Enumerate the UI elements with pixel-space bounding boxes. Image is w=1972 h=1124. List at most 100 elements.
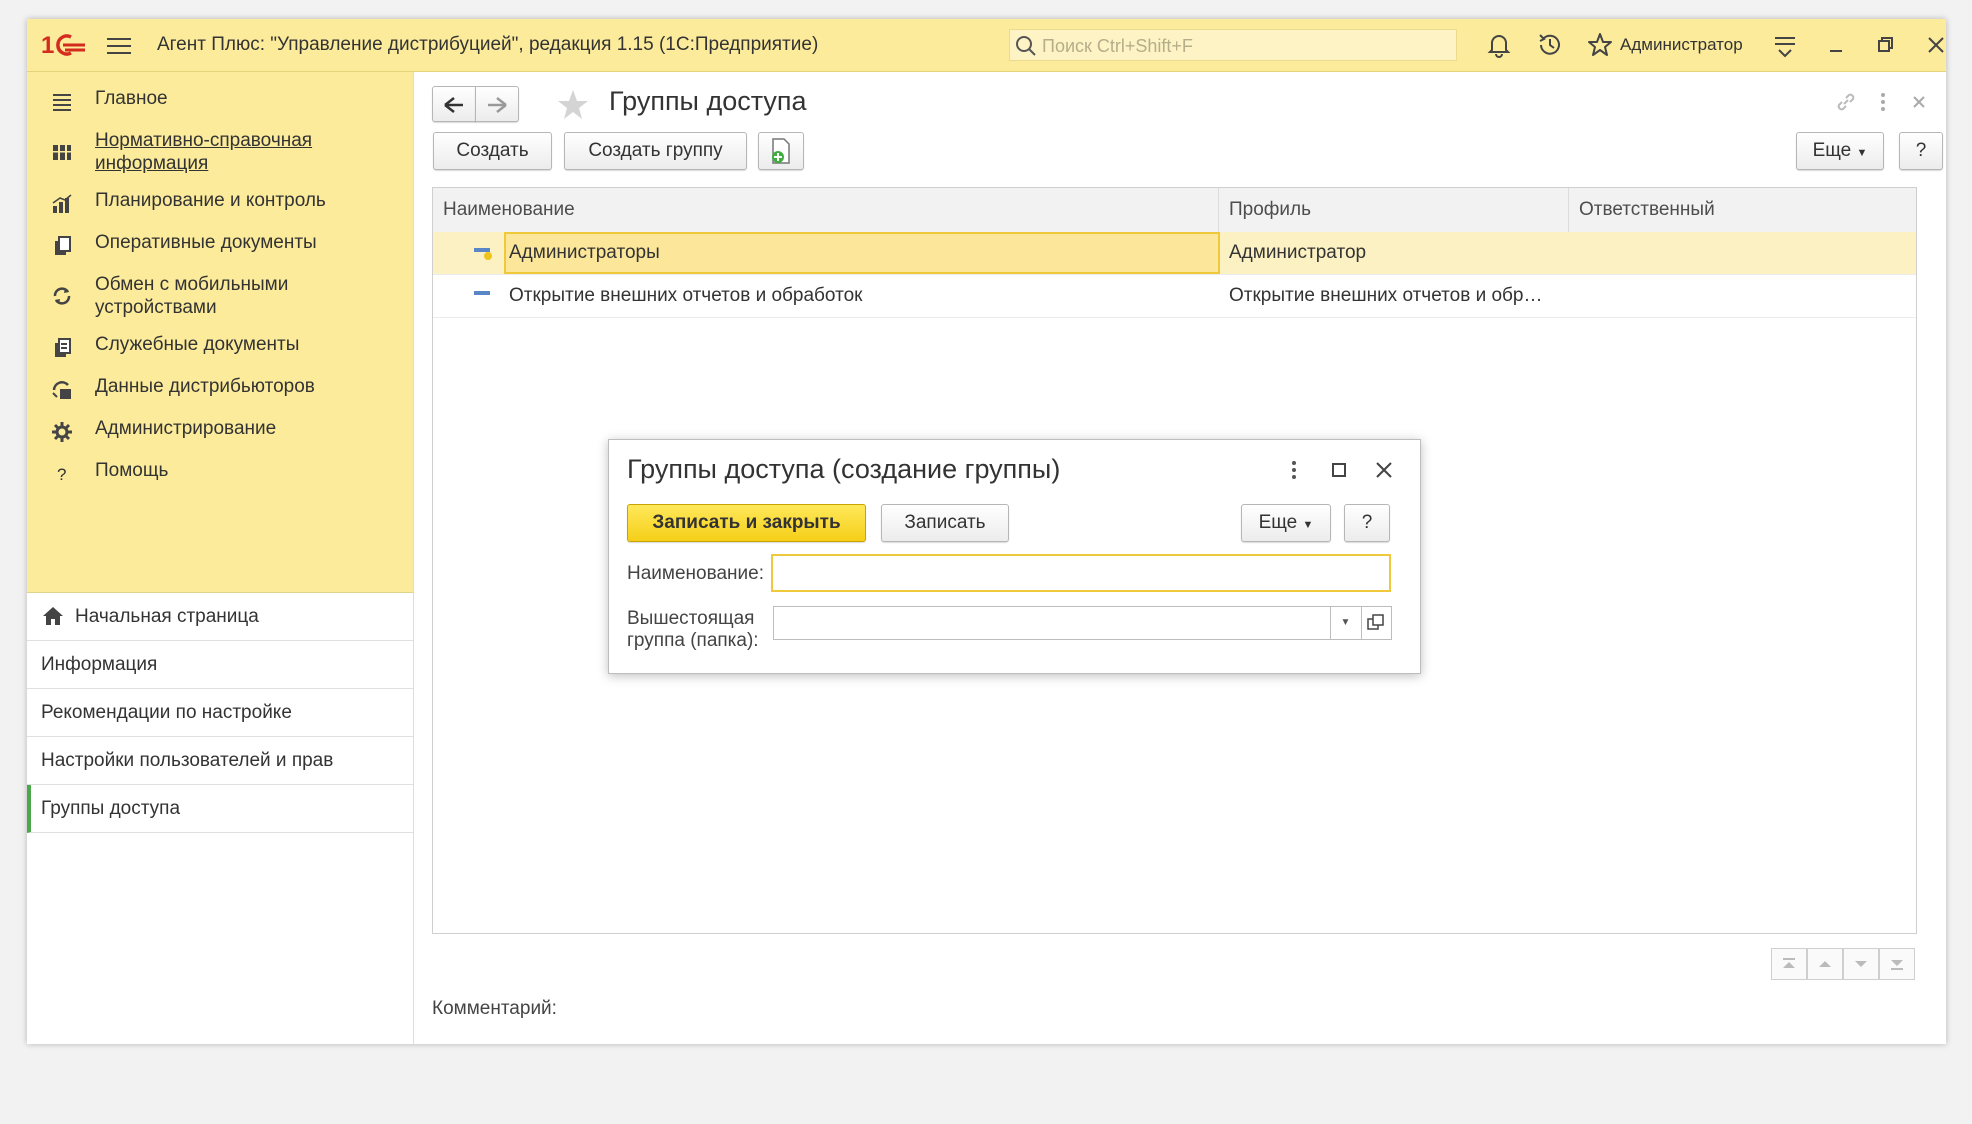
search-box[interactable] [1009,29,1457,62]
section-operational-docs[interactable]: Оперативные документы [27,231,413,257]
bell-icon[interactable] [1485,31,1513,59]
help-button[interactable]: ? [1344,504,1390,542]
section-service-docs[interactable]: Служебные документы [27,333,413,359]
group-item-icon [474,291,490,295]
section-administration[interactable]: Администрирование [27,417,413,443]
main-menu-icon[interactable] [107,35,131,55]
section-label: Обмен с мобильными устройствами [95,274,289,318]
create-group-dialog: Группы доступа (создание группы) Записат… [608,439,1421,674]
search-input[interactable] [1040,30,1444,62]
minimize-icon[interactable] [1822,31,1850,59]
save-and-close-button[interactable]: Записать и закрыть [627,504,866,542]
help-button[interactable]: ? [1899,132,1943,170]
close-icon[interactable] [1922,31,1946,59]
star-favorites-icon[interactable] [1586,31,1614,59]
parent-field-label-line2: группа (папка): [627,630,759,651]
service-docs-icon [55,338,71,357]
current-user[interactable]: Администратор [1620,35,1743,55]
section-label: Служебные документы [95,334,300,355]
name-input[interactable] [771,554,1391,592]
table-header: Наименование Профиль Ответственный [433,188,1916,233]
section-label: Данные дистрибьюторов [95,376,315,397]
name-field-label: Наименование: [627,563,764,584]
section-help[interactable]: ? Помощь [27,459,413,485]
section-reference-info[interactable]: Нормативно-справочная информация [27,129,413,177]
cell-profile: Администратор [1229,242,1367,263]
section-label: Нормативно-справочная информация [95,130,313,174]
column-header-name[interactable]: Наименование [433,188,1219,232]
scroll-down-icon [1855,961,1867,967]
home-icon [43,607,63,625]
more-vertical-icon[interactable] [1282,458,1306,482]
section-mobile-exchange[interactable]: Обмен с мобильными устройствами [27,273,413,321]
section-distributor-data[interactable]: Данные дистрибьюторов [27,375,413,401]
create-button[interactable]: Создать [433,132,552,170]
settings-menu-icon[interactable] [1771,31,1799,59]
nav-label: Группы доступа [41,798,181,819]
nav-access-groups[interactable]: Группы доступа [27,785,413,833]
scroll-up-button[interactable] [1807,948,1843,980]
scroll-top-button[interactable] [1771,948,1807,980]
cell-responsible [1579,232,1909,274]
more-vertical-icon[interactable] [1871,90,1895,114]
question-icon: ? [57,465,66,484]
cell-name: Открытие внешних отчетов и обработок [509,285,863,306]
sidebar: Главное Нормативно-справочная информация… [27,72,414,1044]
scroll-down-button[interactable] [1843,948,1879,980]
section-planning[interactable]: Планирование и контроль [27,189,413,215]
restore-icon[interactable] [1872,31,1900,59]
arrow-left-icon [444,97,463,113]
maximize-icon[interactable] [1327,458,1351,482]
column-header-profile[interactable]: Профиль [1219,188,1569,232]
scroll-bottom-button[interactable] [1879,948,1915,980]
more-button[interactable]: Еще ▼ [1796,132,1884,170]
app-window: 1 Агент Плюс: "Управление дистрибуцией",… [27,19,1946,1044]
dialog-title: Группы доступа (создание группы) [627,454,1061,484]
more-button[interactable]: Еще ▼ [1241,504,1331,542]
open-window-icon [1367,614,1384,630]
nav-user-settings[interactable]: Настройки пользователей и прав [27,737,413,785]
group-item-icon [474,248,492,260]
distributor-icon [52,381,71,399]
cell-profile: Открытие внешних отчетов и обр… [1229,285,1543,306]
table-row[interactable]: Администраторы Администратор [433,232,1916,275]
list-navigation [1771,948,1917,980]
history-icon[interactable] [1536,31,1564,59]
open-item-button[interactable] [1362,606,1392,640]
table-row[interactable]: Открытие внешних отчетов и обработок Отк… [433,275,1916,318]
nav-home-page[interactable]: Начальная страница [27,593,413,641]
scroll-up-icon [1819,961,1831,967]
sections-panel: Главное Нормативно-справочная информация… [27,72,413,593]
title-bar: 1 Агент Плюс: "Управление дистрибуцией",… [27,19,1946,72]
new-document-icon [772,138,790,164]
close-form-icon[interactable] [1907,90,1931,114]
documents-icon [55,236,71,255]
create-group-button[interactable]: Создать группу [564,132,747,170]
search-icon [1016,36,1036,56]
comment-label: Комментарий: [432,998,557,1019]
back-button[interactable] [432,86,476,122]
nav-label: Начальная страница [75,606,259,627]
chevron-down-icon: ▼ [1856,147,1868,159]
link-icon[interactable] [1834,90,1858,114]
parent-group-input[interactable] [773,606,1331,640]
chart-icon [52,194,72,213]
section-label: Главное [95,88,168,109]
column-header-responsible[interactable]: Ответственный [1569,188,1916,232]
nav-setup-recommendations[interactable]: Рекомендации по настройке [27,689,413,737]
add-document-button[interactable] [758,132,804,170]
save-button[interactable]: Записать [881,504,1009,542]
page-title: Группы доступа [609,86,807,116]
close-icon[interactable] [1372,458,1396,482]
cell-responsible [1579,275,1909,317]
section-main[interactable]: Главное [27,87,413,113]
arrow-right-icon [488,97,507,113]
dropdown-button[interactable]: ▼ [1330,606,1362,640]
forward-button[interactable] [475,86,519,122]
svg-text:1: 1 [41,32,54,58]
svg-text:?: ? [57,465,66,484]
menu-lines-icon [53,94,71,111]
favorite-star-icon[interactable] [556,88,590,122]
nav-information[interactable]: Информация [27,641,413,689]
gear-icon [52,422,72,442]
